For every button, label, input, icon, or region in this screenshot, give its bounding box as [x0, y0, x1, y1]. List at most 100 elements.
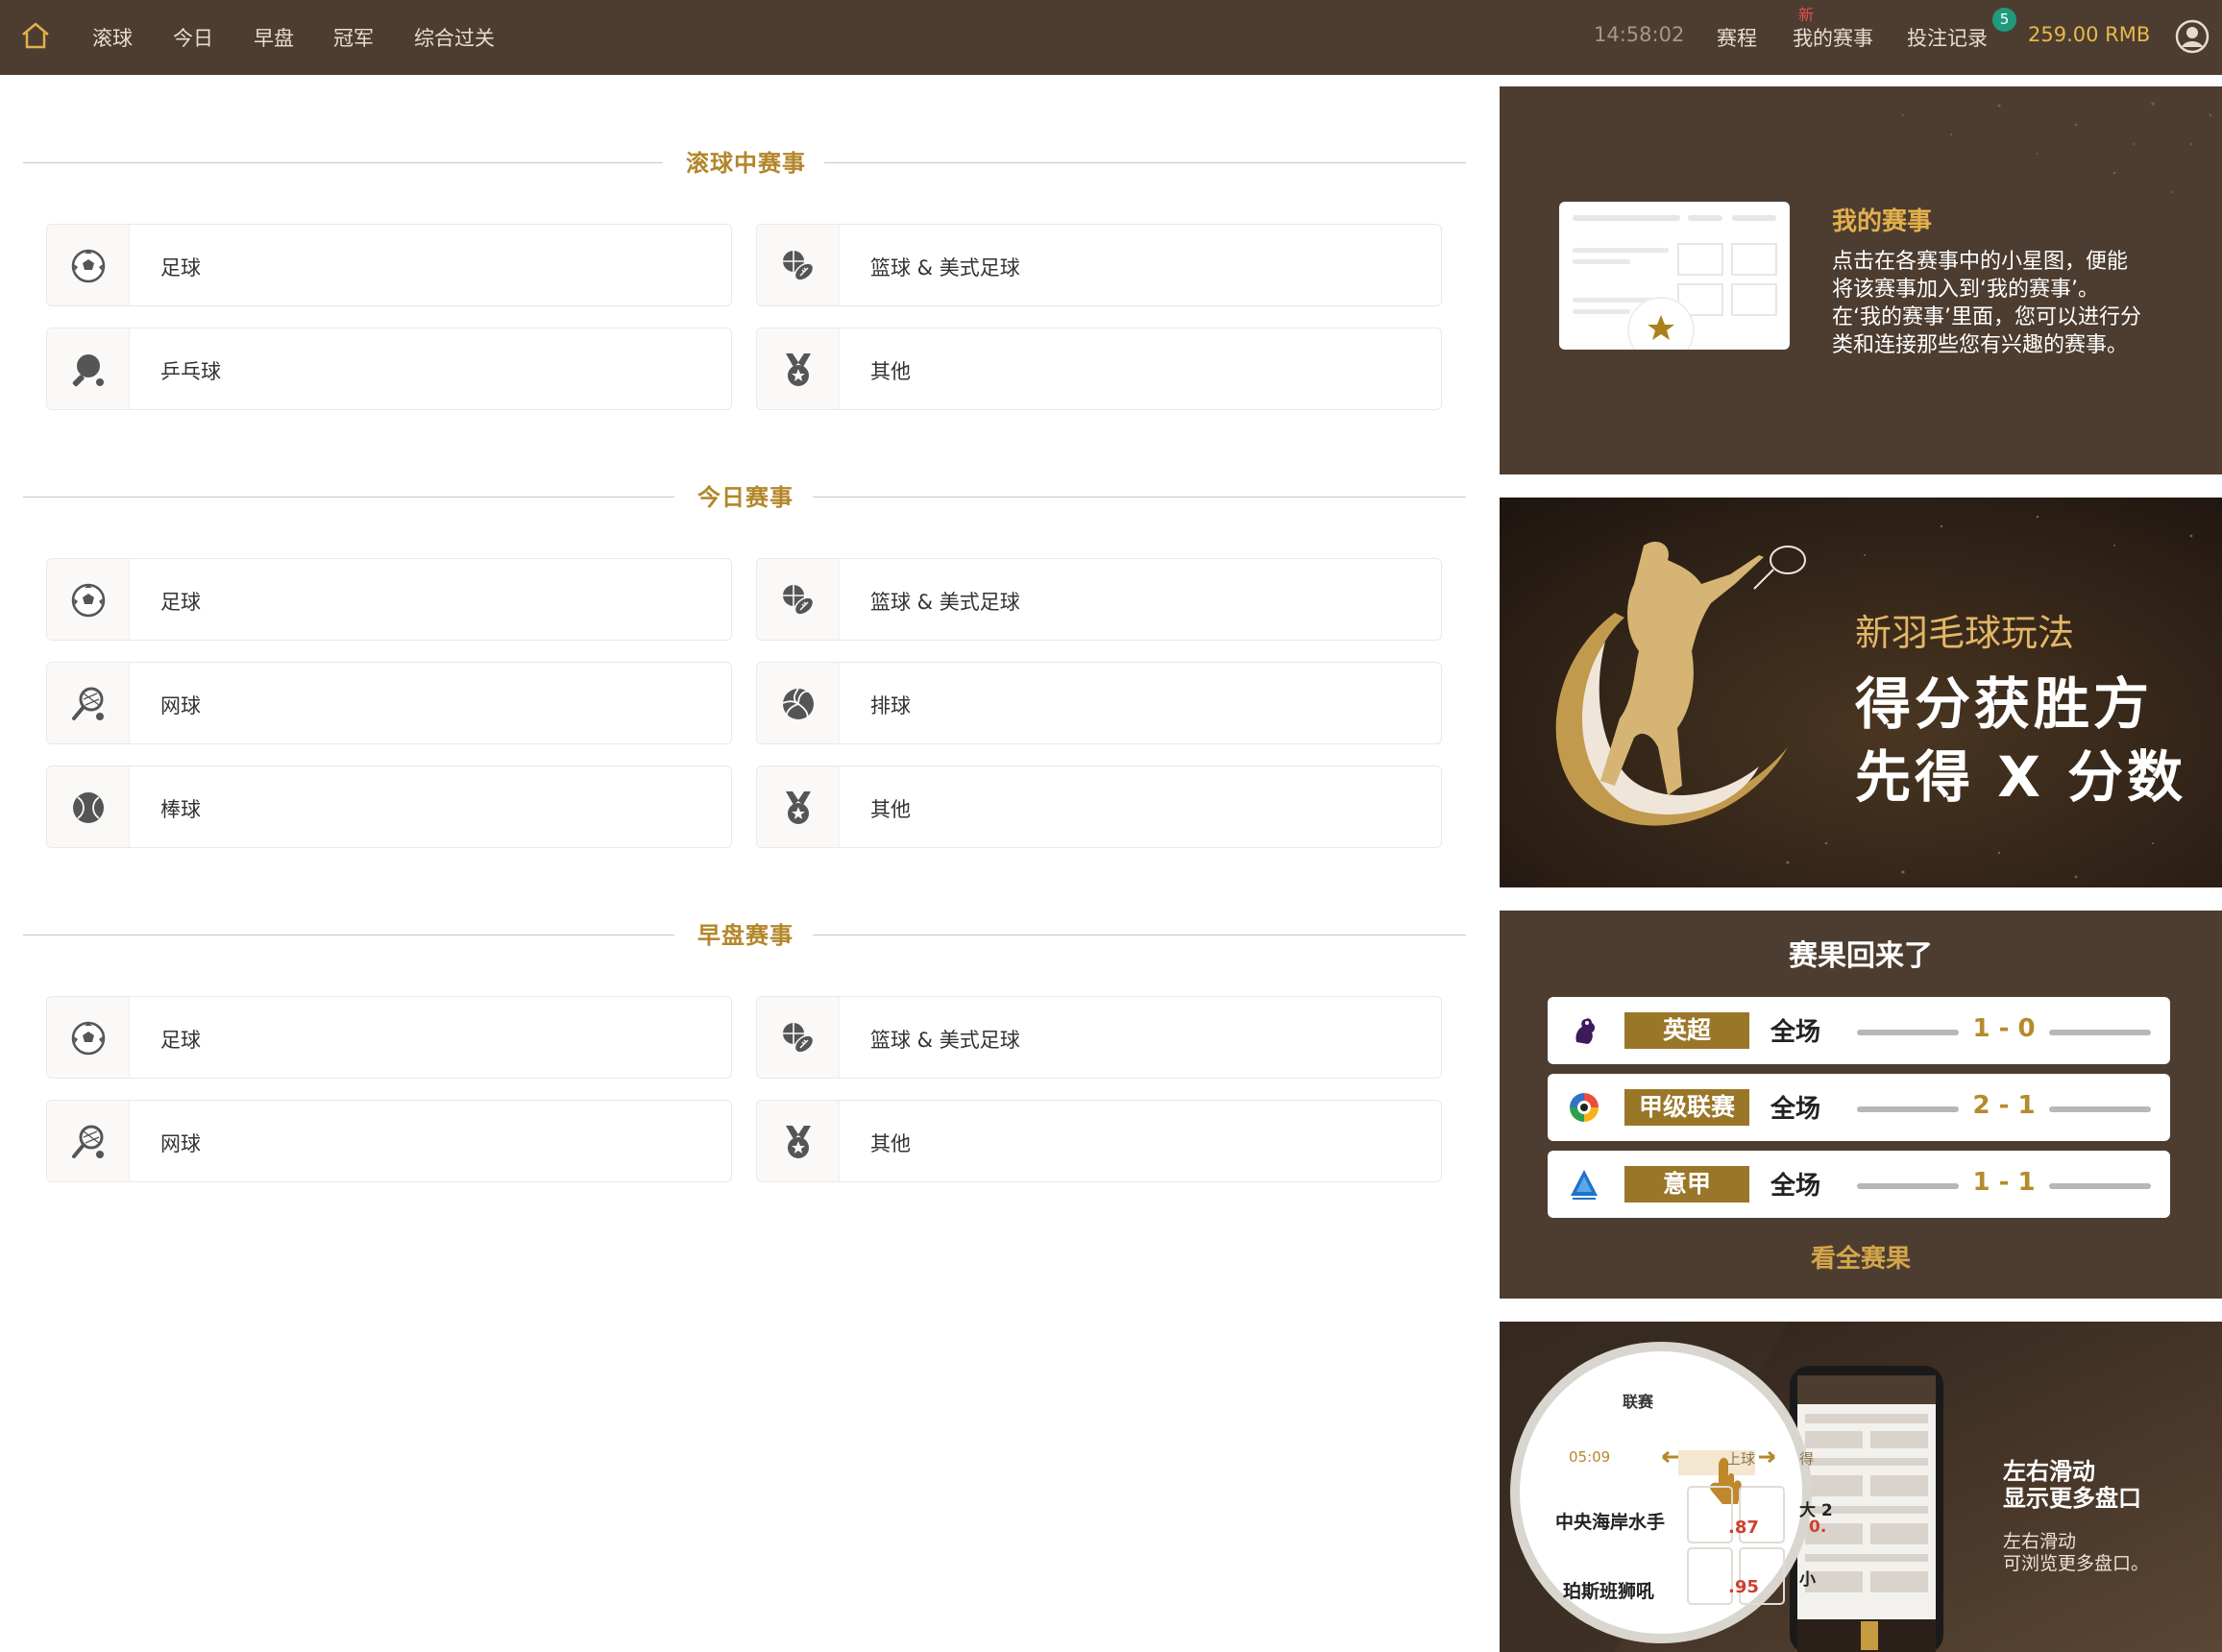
basketball-football-icon	[783, 585, 815, 616]
result-row[interactable]: 甲级联赛 全场 2 - 1	[1548, 1074, 2170, 1141]
badminton-headline-1: 得分获胜方	[1855, 671, 2154, 737]
schedule-link[interactable]: 赛程	[1717, 23, 1757, 52]
soccer-ball-icon	[71, 249, 106, 283]
section-title-live: 滚球中赛事	[23, 144, 1466, 182]
period-label: 全场	[1770, 1095, 1821, 1124]
section-heading: 今日赛事	[697, 484, 794, 511]
magnifier-small: 小	[1799, 1570, 1816, 1590]
bet-record-link[interactable]: 投注记录 5	[1907, 8, 2016, 52]
sport-label: 篮球 & 美式足球	[870, 591, 1020, 614]
sport-label: 足球	[160, 256, 201, 279]
basketball-football-icon	[783, 251, 815, 281]
divider-bar	[1857, 1183, 1959, 1189]
section-title-early: 早盘赛事	[23, 916, 1466, 955]
my-events-promo-banner[interactable]: 我的赛事 点击在各赛事中的小星图，便能 将该赛事加入到‘我的赛事’。 在‘我的赛…	[1500, 86, 2222, 474]
divider-bar	[1857, 1106, 1959, 1112]
sport-label: 乒乓球	[160, 360, 221, 383]
sport-label: 排球	[870, 694, 911, 717]
live-table-tennis[interactable]: 乒乓球	[46, 328, 732, 410]
magnifier-team-2: 珀斯班狮吼	[1563, 1581, 1655, 1602]
period-label: 全场	[1770, 1172, 1821, 1201]
bet-count-badge: 5	[1992, 8, 2016, 32]
clock: 14:58:02	[1594, 23, 1685, 46]
desc-line: 类和连接那些您有兴趣的赛事。	[1832, 333, 2129, 357]
divider-bar	[2049, 1106, 2151, 1112]
early-other[interactable]: 其他	[756, 1100, 1442, 1182]
result-row[interactable]: 意甲 全场 1 - 1	[1548, 1151, 2170, 1218]
score: 1 - 0	[1972, 1014, 2036, 1043]
score: 1 - 1	[1972, 1168, 2036, 1197]
nav-early[interactable]: 早盘	[254, 23, 294, 52]
today-football[interactable]: 足球	[46, 558, 732, 641]
sport-label: 棒球	[160, 798, 201, 821]
section-heading: 滚球中赛事	[686, 150, 806, 177]
sport-label: 足球	[160, 1029, 201, 1052]
swipe-subtitle-line: 左右滑动	[2003, 1531, 2077, 1552]
volleyball-icon	[782, 688, 814, 719]
nav-today[interactable]: 今日	[173, 23, 213, 52]
live-other[interactable]: 其他	[756, 328, 1442, 410]
early-football[interactable]: 足球	[46, 996, 732, 1079]
medal-icon	[786, 1126, 811, 1158]
baseball-icon	[73, 792, 104, 823]
bet-record-label: 投注记录	[1907, 27, 1988, 50]
results-heading: 赛果回来了	[1789, 939, 1933, 973]
score: 2 - 1	[1972, 1091, 2036, 1120]
tennis-racket-icon	[72, 687, 104, 720]
magnifier-odd-1: .87	[1728, 1518, 1759, 1538]
swipe-promo-banner[interactable]: 联赛 05:09 上球 得 中央海岸水手 珀斯班狮吼 .87 .95 大 2 0…	[1500, 1322, 2222, 1652]
my-events-label: 我的赛事	[1793, 27, 1873, 50]
my-events-link[interactable]: 新 我的赛事	[1793, 6, 1873, 52]
desc-line: 点击在各赛事中的小星图，便能	[1832, 250, 2129, 274]
new-tag: 新	[1798, 6, 1815, 24]
early-basketball[interactable]: 篮球 & 美式足球	[756, 996, 1442, 1079]
league-badge: 意甲	[1624, 1166, 1749, 1203]
tennis-racket-icon	[72, 1125, 104, 1158]
swipe-subtitle: 左右滑动 可浏览更多盘口。	[2003, 1531, 2149, 1575]
swipe-subtitle-line: 可浏览更多盘口。	[2003, 1553, 2150, 1574]
account-balance: 259.00 RMB	[2028, 23, 2151, 46]
live-football[interactable]: 足球	[46, 224, 732, 306]
period-label: 全场	[1770, 1018, 1821, 1047]
medal-icon	[786, 791, 811, 824]
desc-line: 将该赛事加入到‘我的赛事’。	[1832, 278, 2099, 302]
magnifier-odd-2: .95	[1728, 1577, 1759, 1597]
magnifier-big-odd: 0.	[1809, 1518, 1827, 1537]
result-row[interactable]: 英超 全场 1 - 0	[1548, 997, 2170, 1064]
table-tennis-icon	[72, 354, 104, 387]
my-events-description: 点击在各赛事中的小星图，便能 将该赛事加入到‘我的赛事’。 在‘我的赛事’里面，…	[1832, 248, 2197, 359]
home-icon[interactable]	[19, 19, 52, 52]
divider-bar	[2049, 1030, 2151, 1035]
badminton-promo-banner[interactable]: 新羽毛球玩法 得分获胜方 先得 X 分数	[1500, 498, 2222, 887]
today-volleyball[interactable]: 排球	[756, 662, 1442, 744]
today-tennis[interactable]: 网球	[46, 662, 732, 744]
sport-label: 网球	[160, 694, 201, 717]
today-baseball[interactable]: 棒球	[46, 765, 732, 848]
nav-parlay[interactable]: 综合过关	[414, 23, 495, 52]
desc-line: 在‘我的赛事’里面，您可以进行分	[1832, 305, 2141, 329]
view-all-results-link[interactable]: 看全赛果	[1500, 1239, 2222, 1275]
nav-champion[interactable]: 冠军	[333, 23, 374, 52]
sport-label: 其他	[870, 798, 911, 821]
basketball-football-icon	[783, 1023, 815, 1054]
serie-a-logo-icon	[1571, 1170, 1598, 1200]
laliga-logo-icon	[1570, 1093, 1599, 1122]
live-basketball[interactable]: 篮球 & 美式足球	[756, 224, 1442, 306]
sport-label: 网球	[160, 1132, 201, 1155]
magnifier-time: 05:09	[1569, 1448, 1611, 1466]
today-basketball[interactable]: 篮球 & 美式足球	[756, 558, 1442, 641]
my-events-title: 我的赛事	[1832, 207, 1933, 236]
badminton-headline-2: 先得 X 分数	[1855, 744, 2187, 810]
sport-label: 篮球 & 美式足球	[870, 1029, 1020, 1052]
sport-label: 其他	[870, 360, 911, 383]
early-tennis[interactable]: 网球	[46, 1100, 732, 1182]
today-other[interactable]: 其他	[756, 765, 1442, 848]
user-avatar-icon[interactable]	[2175, 19, 2210, 54]
section-heading: 早盘赛事	[697, 922, 794, 949]
league-badge: 甲级联赛	[1624, 1089, 1749, 1126]
my-events-illustration	[1559, 202, 1790, 364]
magnifier-tab-2: 得	[1799, 1450, 1815, 1468]
nav-live[interactable]: 滚球	[92, 23, 133, 52]
sport-label: 足球	[160, 591, 201, 614]
section-title-today: 今日赛事	[23, 478, 1466, 517]
